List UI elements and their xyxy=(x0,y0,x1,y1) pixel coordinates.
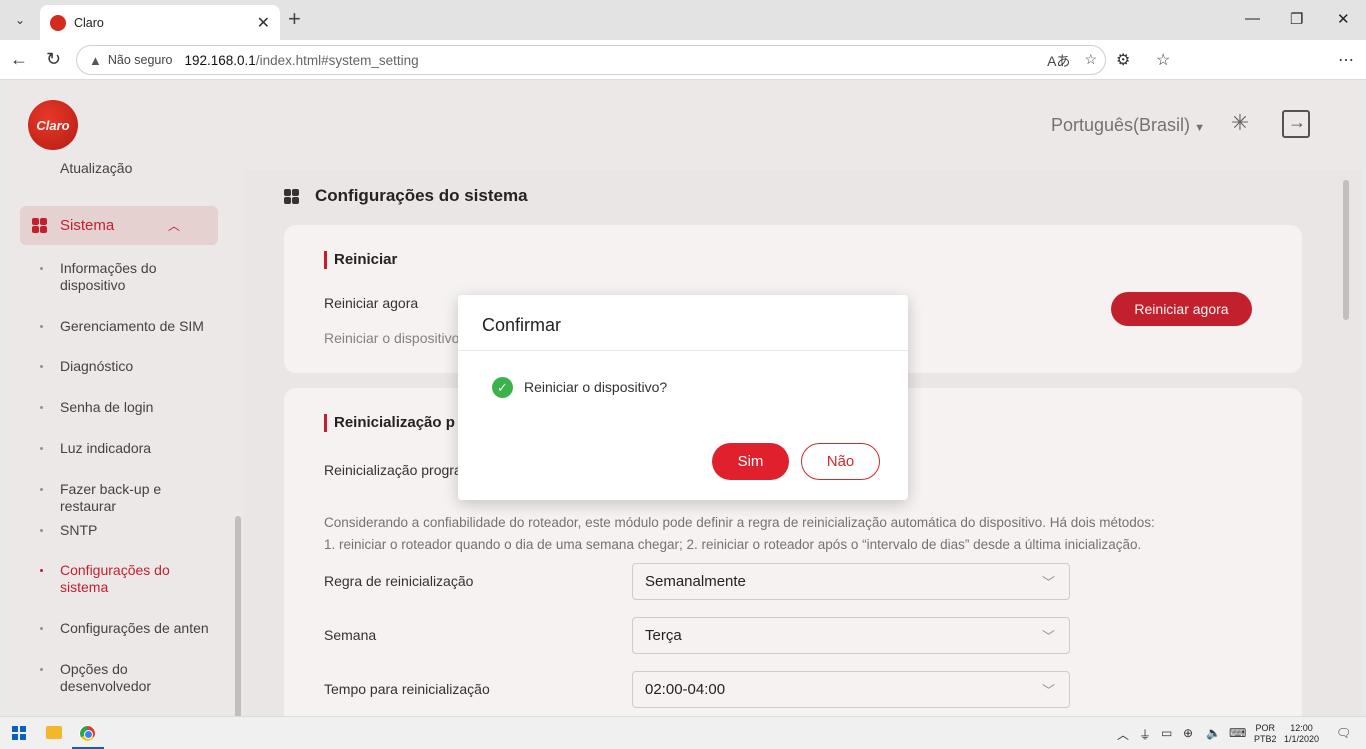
tray-volume-icon[interactable]: 🔈 xyxy=(1206,726,1221,740)
url-path: /index.html#system_setting xyxy=(255,52,419,68)
tray-globe-icon[interactable]: ⊕ xyxy=(1183,726,1193,740)
more-menu-icon[interactable]: ⋯ xyxy=(1338,50,1354,70)
favorites-icon[interactable]: ☆ xyxy=(1156,50,1170,70)
new-tab-icon[interactable]: + xyxy=(288,8,301,30)
browser-tab[interactable]: Claro ✕ xyxy=(40,5,280,40)
chrome-icon[interactable] xyxy=(79,725,96,742)
tray-keyboard-icon[interactable]: ⌨ xyxy=(1229,726,1246,740)
tab-list-dropdown[interactable]: ⌄ xyxy=(6,7,34,33)
tray-network-icon[interactable]: ▭ xyxy=(1161,726,1172,740)
clock[interactable]: 12:00 1/1/2020 xyxy=(1284,723,1319,745)
dialog-title: Confirmar xyxy=(482,315,562,335)
tray-usb-icon[interactable]: ⏚ xyxy=(1139,726,1151,743)
page-viewport: Claro Português(Brasil)▼ ✳ Atualização S… xyxy=(4,80,1362,716)
check-circle-icon: ✓ xyxy=(492,377,513,398)
tab-title: Claro xyxy=(74,15,104,30)
taskbar: ︿ ⏚ ▭ ⊕ 🔈 ⌨ POR PTB2 12:00 1/1/2020 🗨 xyxy=(0,716,1366,749)
tray-chevron-up-icon[interactable]: ︿ xyxy=(1117,726,1129,743)
url-host: 192.168.0.1 xyxy=(184,52,256,68)
windows-start-icon[interactable] xyxy=(12,726,26,740)
claro-favicon-icon xyxy=(50,14,66,31)
tab-close-icon[interactable]: ✕ xyxy=(257,13,270,33)
extensions-icon[interactable]: ⚙ xyxy=(1116,50,1130,70)
confirm-dialog: Confirmar ✓ Reiniciar o dispositivo? Sim… xyxy=(458,295,908,500)
input-language[interactable]: POR PTB2 xyxy=(1254,723,1277,745)
browser-toolbar: ← ↻ ▲ Não seguro 192.168.0.1/index.html#… xyxy=(0,40,1366,80)
reload-icon[interactable]: ↻ xyxy=(46,49,61,69)
lang-top: POR xyxy=(1255,723,1276,733)
minimize-icon[interactable]: — xyxy=(1245,10,1260,27)
clock-time: 12:00 xyxy=(1290,723,1313,733)
security-label[interactable]: Não seguro xyxy=(108,53,173,67)
restore-icon[interactable]: ❐ xyxy=(1290,10,1303,28)
confirm-yes-button[interactable]: Sim xyxy=(712,443,789,480)
browser-tab-bar: ⌄ Claro ✕ + — ❐ ✕ xyxy=(0,0,1366,40)
notification-icon[interactable]: 🗨 xyxy=(1336,726,1351,740)
address-bar[interactable]: ▲ Não seguro 192.168.0.1/index.html#syst… xyxy=(76,45,1106,75)
lang-bottom: PTB2 xyxy=(1254,734,1277,744)
confirm-no-button[interactable]: Não xyxy=(801,443,880,480)
window-close-icon[interactable]: ✕ xyxy=(1337,10,1350,28)
read-aloud-icon[interactable]: Aあ xyxy=(1047,51,1070,71)
warning-icon: ▲ xyxy=(89,52,102,68)
clock-date: 1/1/2020 xyxy=(1284,734,1320,744)
back-icon[interactable]: ← xyxy=(10,49,28,69)
file-explorer-icon[interactable] xyxy=(46,726,62,739)
favorite-star-icon[interactable]: ☆ xyxy=(1084,51,1097,71)
dialog-message: Reiniciar o dispositivo? xyxy=(524,379,668,395)
dialog-divider xyxy=(458,350,908,351)
